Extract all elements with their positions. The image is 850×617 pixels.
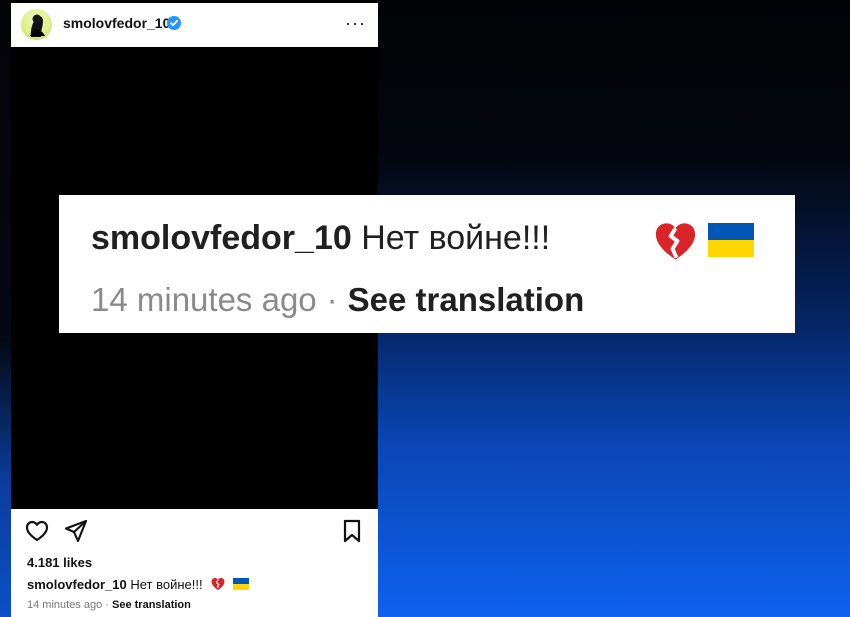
zoomed-caption-line: smolovfedor_10 Нет войне!!! <box>91 219 550 258</box>
zoomed-caption-meta: 14 minutes ago · See translation <box>91 281 584 319</box>
zoomed-time: 14 minutes ago <box>91 281 317 318</box>
caption-separator: · <box>105 599 109 611</box>
caption-username[interactable]: smolovfedor_10 <box>27 577 127 592</box>
ukraine-flag-icon <box>708 223 754 257</box>
caption-meta: 14 minutes ago · See translation <box>27 599 191 611</box>
small-broken-heart-icon <box>211 578 225 590</box>
post-username[interactable]: smolovfedor_10 <box>63 15 170 31</box>
zoomed-caption-card: smolovfedor_10 Нет войне!!! 14 minutes a… <box>59 195 795 333</box>
zoomed-caption-username[interactable]: smolovfedor_10 <box>91 219 352 257</box>
post-header: smolovfedor_10 ··· <box>11 3 378 47</box>
heart-icon[interactable] <box>25 520 49 542</box>
post-caption: smolovfedor_10 Нет войне!!! <box>27 577 203 592</box>
bookmark-icon[interactable] <box>342 519 362 543</box>
see-translation-link[interactable]: See translation <box>112 599 191 611</box>
caption-time: 14 minutes ago <box>27 599 103 611</box>
zoomed-separator: · <box>326 281 338 318</box>
small-ukraine-flag-icon <box>233 578 249 590</box>
send-icon[interactable] <box>64 519 88 543</box>
likes-count[interactable]: 4.181 likes <box>27 555 92 570</box>
post-footer: 4.181 likes smolovfedor_10 Нет войне!!! … <box>11 509 378 617</box>
verified-badge-icon <box>167 16 181 30</box>
zoomed-caption-text: Нет войне!!! <box>361 219 551 257</box>
broken-heart-icon <box>655 223 696 260</box>
profile-avatar[interactable] <box>21 9 52 40</box>
left-background-strip <box>0 0 11 617</box>
zoomed-see-translation-link[interactable]: See translation <box>348 281 585 318</box>
caption-text: Нет войне!!! <box>130 577 203 592</box>
more-options-icon[interactable]: ··· <box>345 14 366 32</box>
